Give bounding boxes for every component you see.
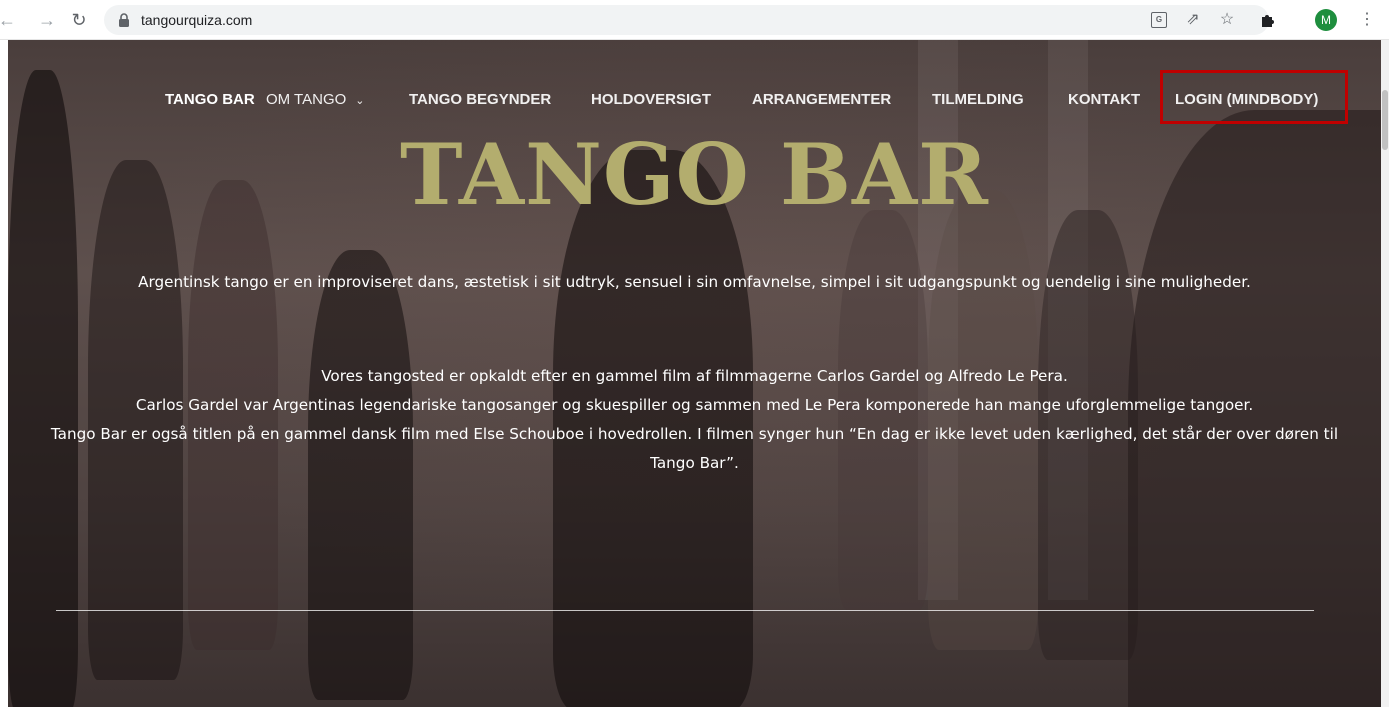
history-line: Carlos Gardel var Argentinas legendarisk… [135, 396, 1254, 414]
login-highlight-box [1160, 70, 1348, 124]
history-line: Tango Bar er også titlen på en gammel da… [50, 425, 1339, 472]
avatar[interactable]: M [1315, 9, 1337, 31]
translate-icon[interactable]: G [1149, 10, 1169, 30]
nav-item-kontakt[interactable]: KONTAKT [1068, 86, 1140, 112]
back-arrow-icon[interactable]: ← [0, 10, 18, 30]
nav-item-arrangementer[interactable]: ARRANGEMENTER [752, 86, 891, 112]
reload-icon[interactable]: ↻ [68, 10, 90, 30]
intro-paragraph: Argentinsk tango er en improviseret dans… [138, 273, 1251, 291]
share-icon[interactable]: ⇗ [1183, 10, 1203, 30]
page-scrollbar[interactable] [1381, 40, 1389, 707]
scrollbar-thumb[interactable] [1382, 90, 1388, 150]
nav-item-label: OM TANGO [266, 90, 347, 108]
history-paragraph: Vores tangosted er opkaldt efter en gamm… [48, 362, 1341, 478]
nav-item-om-tango[interactable]: OM TANGO ⌄ [266, 86, 365, 112]
kebab-menu-icon[interactable]: ⋮ [1357, 10, 1377, 30]
hero-section: TANGO BAR OM TANGO ⌄ TANGO BEGYNDER HOLD… [8, 40, 1381, 707]
nav-item-tango-bar[interactable]: TANGO BAR [165, 86, 255, 112]
page-left-edge [0, 40, 8, 707]
section-divider [56, 610, 1314, 611]
forward-arrow-icon[interactable]: → [36, 10, 58, 30]
chevron-down-icon: ⌄ [355, 94, 365, 107]
browser-toolbar: ← → ↻ tangourquiza.com G ⇗ ☆ M ⋮ [0, 0, 1389, 40]
nav-item-holdoversigt[interactable]: HOLDOVERSIGT [591, 86, 711, 112]
nav-item-tilmelding[interactable]: TILMELDING [932, 86, 1024, 112]
lock-icon[interactable] [118, 13, 132, 27]
puzzle-icon[interactable] [1257, 10, 1277, 30]
page-title: TANGO BAR [399, 125, 989, 224]
address-bar[interactable]: tangourquiza.com [104, 5, 1269, 35]
url-text[interactable]: tangourquiza.com [141, 12, 252, 28]
history-line: Vores tangosted er opkaldt efter en gamm… [321, 367, 1068, 385]
star-icon[interactable]: ☆ [1217, 10, 1237, 30]
nav-item-tango-begynder[interactable]: TANGO BEGYNDER [409, 86, 551, 112]
